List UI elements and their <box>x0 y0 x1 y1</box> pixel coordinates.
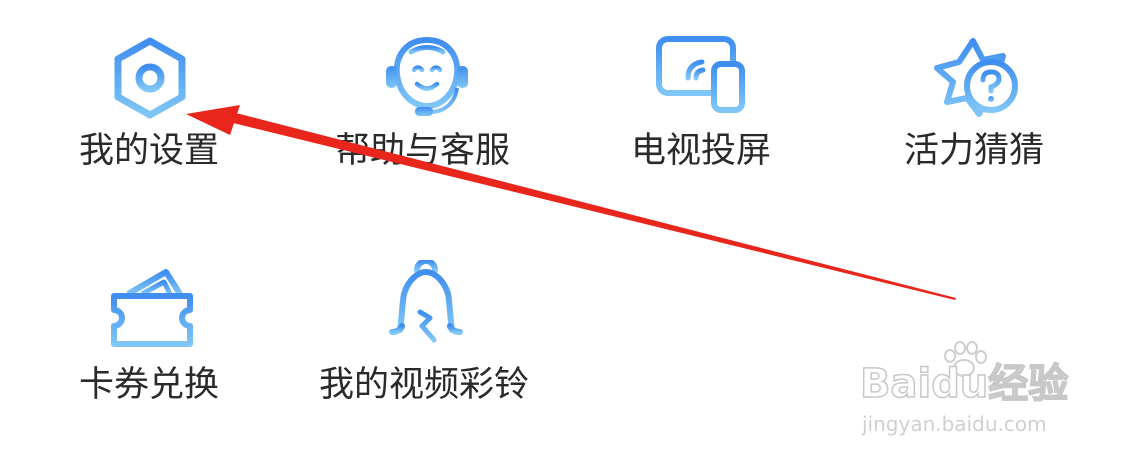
menu-item-guess-game[interactable]: 活力猜猜 <box>895 30 1065 180</box>
menu-item-label: 我的设置 <box>79 131 220 171</box>
menu-item-coupon-redeem[interactable]: 卡券兑换 <box>70 258 240 408</box>
menu-item-label: 电视投屏 <box>631 131 772 171</box>
menu-grid-screen: 我的设置 帮助与客服 电视投屏 活力猜猜 卡券兑换 我的视频彩铃 Baidu经验… <box>0 0 1125 463</box>
star-question-icon <box>934 38 1018 117</box>
tv-cast-icon <box>656 36 745 113</box>
watermark-url: jingyan.baidu.com <box>862 412 1047 436</box>
headset-service-icon <box>386 36 468 116</box>
menu-item-label: 卡券兑换 <box>79 365 220 405</box>
menu-item-my-settings[interactable]: 我的设置 <box>70 30 240 180</box>
bell-ringtone-icon <box>389 260 463 343</box>
menu-item-tv-cast[interactable]: 电视投屏 <box>620 30 790 180</box>
menu-item-label: 帮助与客服 <box>335 131 511 171</box>
menu-item-video-ringtone[interactable]: 我的视频彩铃 <box>310 258 550 408</box>
menu-item-help-service[interactable]: 帮助与客服 <box>330 30 530 180</box>
menu-item-label: 活力猜猜 <box>904 131 1045 171</box>
menu-item-label: 我的视频彩铃 <box>319 365 530 405</box>
watermark-brand: Baidu经验 <box>859 361 1069 407</box>
baidu-watermark: Baidu经验 jingyan.baidu.com <box>859 340 1090 450</box>
paw-logo-icon <box>944 341 987 377</box>
coupon-ticket-icon <box>111 269 193 347</box>
hexagon-settings-icon <box>114 37 186 119</box>
